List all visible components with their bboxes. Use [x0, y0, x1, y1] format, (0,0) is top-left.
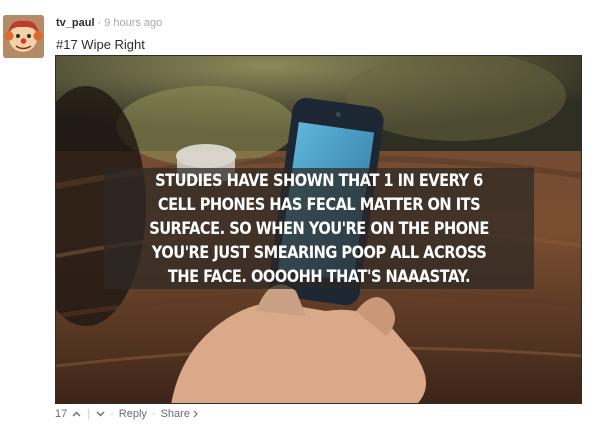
vote-count: 17	[55, 408, 68, 420]
avatar-image	[3, 15, 44, 58]
comment-footer: 17 | · Reply · Share	[55, 408, 198, 420]
post-image[interactable]: STUDIES HAVE SHOWN THAT 1 IN EVERY 6 CEL…	[55, 55, 582, 404]
separator-dot: ·	[97, 17, 102, 29]
chevron-right-icon	[193, 410, 198, 418]
timestamp[interactable]: 9 hours ago	[104, 17, 162, 29]
username[interactable]: tv_paul	[56, 17, 95, 29]
separator-dot: ·	[110, 408, 114, 420]
chevron-down-icon[interactable]	[96, 411, 105, 417]
comment-header: tv_paul · 9 hours ago	[56, 16, 162, 30]
separator-dot: ·	[151, 408, 156, 420]
chevron-up-icon[interactable]	[72, 411, 81, 417]
comment-text: #17 Wipe Right	[56, 37, 145, 52]
caption-overlay: STUDIES HAVE SHOWN THAT 1 IN EVERY 6 CEL…	[104, 168, 534, 289]
share-button[interactable]: Share	[161, 408, 190, 420]
caption-text: STUDIES HAVE SHOWN THAT 1 IN EVERY 6 CEL…	[149, 170, 489, 287]
reply-button[interactable]: Reply	[119, 408, 147, 420]
avatar[interactable]	[3, 15, 44, 58]
vote-divider: |	[87, 408, 91, 420]
